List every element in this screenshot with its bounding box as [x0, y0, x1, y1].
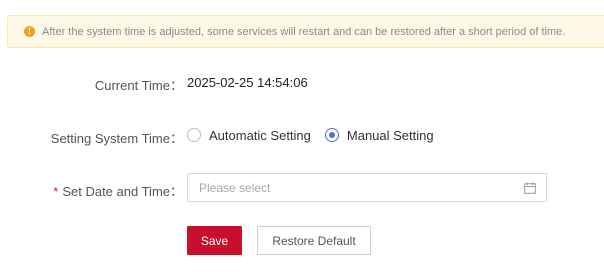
required-asterisk: *	[53, 184, 59, 199]
restart-warning-banner: ! After the system time is adjusted, som…	[7, 15, 604, 48]
automatic-setting-option[interactable]: Automatic Setting	[187, 128, 311, 143]
save-button[interactable]: Save	[187, 226, 242, 255]
setting-mode-label: Setting System Time：	[50, 131, 183, 146]
current-time-label: Current Time：	[94, 78, 183, 93]
manual-setting-radio[interactable]	[324, 128, 339, 142]
manual-setting-option[interactable]: Manual Setting	[324, 127, 434, 143]
info-exclamation-icon: !	[24, 26, 35, 37]
current-time-value: 2025-02-25 14:54:06	[187, 75, 308, 90]
restart-warning-text: After the system time is adjusted, some …	[42, 25, 566, 38]
manual-setting-label: Manual Setting	[346, 127, 434, 143]
restore-default-button[interactable]: Restore Default	[257, 226, 371, 255]
date-time-picker[interactable]: Please select	[187, 173, 547, 202]
date-time-label-text: Set Date and Time：	[62, 184, 183, 199]
automatic-setting-label: Automatic Setting	[209, 127, 311, 143]
setting-mode-radio-group: Automatic Setting Manual Setting	[187, 127, 448, 143]
calendar-icon[interactable]	[524, 182, 536, 194]
date-time-placeholder: Please select	[199, 180, 271, 195]
automatic-setting-radio[interactable]	[187, 128, 201, 142]
date-time-label: * Set Date and Time：	[53, 181, 183, 200]
